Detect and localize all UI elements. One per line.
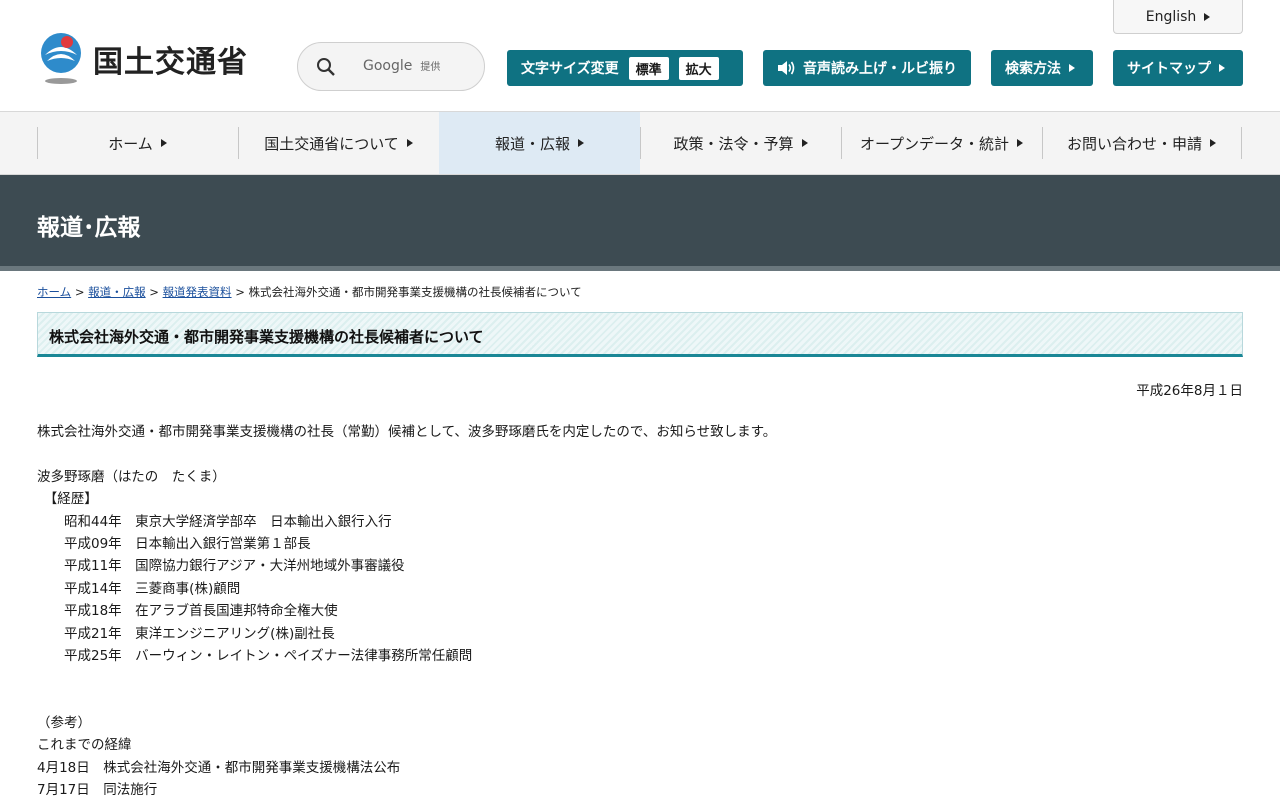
arrow-right-icon: [406, 139, 413, 147]
body-line: 株式会社海外交通・都市開発事業支援機構の社長（常勤）候補として、波多野琢磨氏を内…: [37, 424, 777, 440]
sitemap-button[interactable]: サイトマップ: [1113, 50, 1243, 86]
voice-reading-label: 音声読み上げ・ルビ振り: [803, 61, 957, 77]
search-icon: [317, 58, 335, 76]
site-logo[interactable]: 国土交通省: [37, 33, 248, 85]
arrow-right-icon: [1219, 64, 1225, 72]
breadcrumb-home[interactable]: ホーム: [37, 285, 71, 299]
publish-date: 平成26年8月１日: [1136, 383, 1243, 399]
english-label: English: [1145, 8, 1197, 25]
font-size-control: 文字サイズ変更 標準 拡大: [507, 50, 743, 86]
site-search[interactable]: Google 提供: [297, 42, 485, 91]
body-line: 波多野琢磨（はたの たくま）: [37, 468, 226, 485]
body-line: 平成21年 東洋エンジニアリング(株)副社長: [37, 625, 335, 642]
sitemap-label: サイトマップ: [1127, 61, 1211, 77]
nav-contact[interactable]: お問い合わせ・申請: [1042, 112, 1241, 174]
mlit-logo-icon: [37, 33, 85, 85]
body-line: 平成09年 日本輸出入銀行営業第１部長: [37, 535, 311, 552]
breadcrumb-releases[interactable]: 報道発表資料: [163, 285, 232, 299]
arrow-right-icon: [1210, 139, 1216, 147]
global-nav: ホーム 国土交通省について 報道・広報 政策・法令・予算 オープンデータ・統計 …: [0, 112, 1280, 175]
nav-home[interactable]: ホーム: [37, 112, 238, 174]
voice-reading-button[interactable]: 音声読み上げ・ルビ振り: [763, 50, 971, 86]
search-provider: Google 提供: [363, 58, 441, 74]
body-line: これまでの経緯: [37, 737, 132, 754]
breadcrumb-current: 株式会社海外交通・都市開発事業支援機構の社長候補者について: [248, 285, 582, 299]
font-size-label: 文字サイズ変更: [521, 61, 619, 77]
body-line: 平成14年 三菱商事(株)顧問: [37, 580, 241, 597]
body-line: [37, 667, 776, 689]
body-line: 平成18年 在アラブ首長国連邦特命全権大使: [37, 603, 338, 620]
body-line: 昭和44年 東京大学経済学部卒 日本輸出入銀行入行: [37, 513, 392, 530]
breadcrumb-press[interactable]: 報道・広報: [88, 285, 146, 299]
body-line: 平成25年 バーウィン・レイトン・ペイズナー法律事務所常任顧問: [37, 647, 473, 664]
nav-policy[interactable]: 政策・法令・予算: [640, 112, 841, 174]
section-banner: 報道･広報: [0, 175, 1280, 271]
font-standard-button[interactable]: 標準: [628, 56, 669, 80]
breadcrumb: ホーム > 報道・広報 > 報道発表資料 > 株式会社海外交通・都市開発事業支援…: [37, 285, 582, 299]
body-line: 【経歴】: [37, 491, 98, 508]
page-title: 株式会社海外交通・都市開発事業支援機構の社長候補者について: [49, 328, 484, 346]
english-link[interactable]: English: [1113, 0, 1243, 34]
nav-opendata[interactable]: オープンデータ・統計: [841, 112, 1042, 174]
speaker-icon: [778, 61, 795, 75]
article-body: 株式会社海外交通・都市開発事業支援機構の社長（常勤）候補として、波多野琢磨氏を内…: [37, 421, 776, 802]
body-line: 平成11年 国際協力銀行アジア・大洋州地域外事審議役: [37, 558, 405, 575]
arrow-right-icon: [1069, 64, 1075, 72]
nav-about[interactable]: 国土交通省について: [238, 112, 439, 174]
body-line: 4月18日 株式会社海外交通・都市開発事業支援機構法公布: [37, 759, 401, 776]
site-header: 国土交通省 Google 提供 文字サイズ変更 標準 拡大 音声読み上げ・ルビ振り…: [0, 0, 1280, 112]
search-method-button[interactable]: 検索方法: [991, 50, 1093, 86]
nav-press[interactable]: 報道・広報: [439, 112, 640, 174]
arrow-right-icon: [1017, 139, 1024, 147]
arrow-right-icon: [160, 139, 167, 147]
body-line: 7月17日 同法施行: [37, 782, 158, 799]
body-line: [37, 443, 776, 465]
arrow-right-icon: [801, 139, 808, 147]
section-title: 報道･広報: [37, 215, 141, 241]
body-line: [37, 690, 776, 712]
body-line: （参考）: [37, 715, 91, 732]
font-large-button[interactable]: 拡大: [678, 56, 719, 80]
logo-text: 国土交通省: [93, 45, 248, 80]
page-title-box: 株式会社海外交通・都市開発事業支援機構の社長候補者について: [37, 312, 1243, 357]
arrow-right-icon: [578, 139, 584, 147]
search-method-label: 検索方法: [1005, 61, 1061, 77]
arrow-right-icon: [1204, 12, 1211, 21]
